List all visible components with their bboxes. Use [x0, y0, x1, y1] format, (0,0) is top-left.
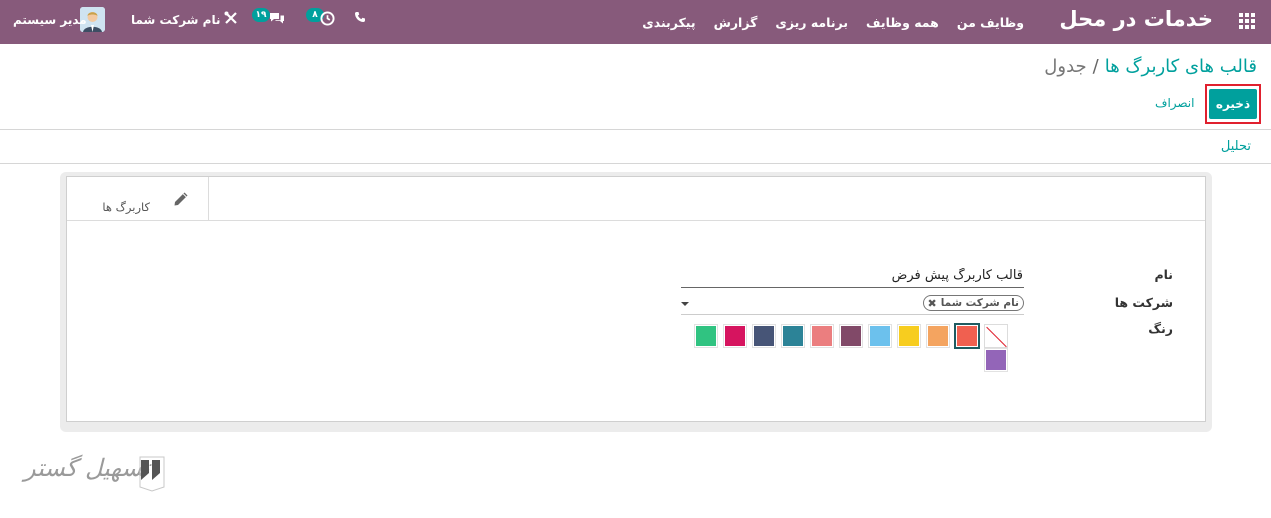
analysis-action-link[interactable]: تحلیل	[1221, 139, 1251, 154]
messaging-menu[interactable]: ۱۹	[252, 8, 286, 32]
company-switcher[interactable]: نام شرکت شما	[131, 13, 220, 27]
breadcrumb-separator: /	[1092, 56, 1099, 77]
company-tag: نام شرکت شما ✖	[922, 295, 1024, 311]
form-sheet: کاربرگ ها نام شرکت ها نام شرکت شما ✖ رنگ	[66, 176, 1206, 422]
discard-button[interactable]: انصراف	[1155, 96, 1194, 110]
messages-count-badge: ۱۹	[252, 8, 270, 22]
top-navbar: خدمات در محل وظایف من همه وظایف برنامه ر…	[0, 0, 1271, 44]
color-swatch-purple[interactable]	[984, 348, 1008, 372]
menu-item-all-tasks[interactable]: همه وظایف	[857, 15, 948, 30]
color-swatch-dark-purple[interactable]	[839, 324, 863, 348]
color-swatch-dark-blue[interactable]	[752, 324, 776, 348]
save-button[interactable]: ذخیره	[1209, 89, 1257, 119]
menu-item-planning[interactable]: برنامه ریزی	[766, 15, 857, 30]
color-swatch-salmon-pink[interactable]	[810, 324, 834, 348]
companies-field[interactable]: نام شرکت شما ✖	[681, 293, 1024, 315]
color-swatch-medium-blue[interactable]	[781, 324, 805, 348]
color-swatch-yellow[interactable]	[897, 324, 921, 348]
stat-button-label: کاربرگ ها	[102, 200, 150, 214]
breadcrumb-parent[interactable]: قالب های کاربرگ ها	[1105, 56, 1257, 77]
close-icon[interactable]: ✖	[928, 298, 937, 309]
breadcrumb: قالب های کاربرگ ها /جدول	[1044, 56, 1257, 77]
color-swatch-light-blue[interactable]	[868, 324, 892, 348]
color-swatch-fuchsia[interactable]	[723, 324, 747, 348]
apps-icon[interactable]	[1239, 13, 1255, 29]
menu-item-reporting[interactable]: گزارش	[705, 15, 767, 30]
main-menu: وظایف من همه وظایف برنامه ریزی گزارش پیک…	[633, 0, 1033, 44]
logo-icon	[139, 456, 165, 492]
companies-label: شرکت ها	[1114, 295, 1173, 310]
color-label: رنگ	[1148, 321, 1173, 336]
timesheets-stat-button[interactable]: کاربرگ ها	[67, 177, 209, 221]
company-tag-label: نام شرکت شما	[940, 297, 1019, 309]
activity-menu[interactable]: ۸	[306, 8, 338, 32]
chat-icon	[270, 13, 284, 24]
menu-item-my-tasks[interactable]: وظایف من	[948, 15, 1033, 30]
user-menu[interactable]: مدیر سیستم	[13, 13, 87, 27]
color-picker	[693, 323, 1013, 372]
color-swatch-green[interactable]	[694, 324, 718, 348]
watermark-logo: تسهیل گستر	[20, 450, 170, 495]
menu-item-configuration[interactable]: پیکربندی	[633, 15, 704, 30]
divider	[0, 163, 1271, 164]
tools-icon[interactable]	[224, 11, 238, 29]
button-box: کاربرگ ها	[67, 177, 1205, 221]
divider	[0, 129, 1271, 130]
name-label: نام	[1154, 267, 1173, 282]
name-field[interactable]	[681, 264, 1024, 288]
pencil-icon	[174, 192, 188, 206]
color-swatch-no-color[interactable]	[984, 324, 1008, 348]
breadcrumb-current: جدول	[1044, 56, 1087, 77]
color-swatch-orange[interactable]	[926, 324, 950, 348]
app-title: خدمات در محل	[1059, 7, 1213, 31]
clock-icon	[320, 11, 335, 26]
systray: ۸ ۱۹ نام شرکت شما مدیر سیستم	[0, 0, 380, 44]
color-swatch-red[interactable]	[954, 323, 980, 349]
dropdown-caret-icon[interactable]	[681, 302, 689, 306]
watermark-text: تسهیل گستر	[24, 454, 151, 482]
phone-icon[interactable]	[354, 11, 366, 27]
